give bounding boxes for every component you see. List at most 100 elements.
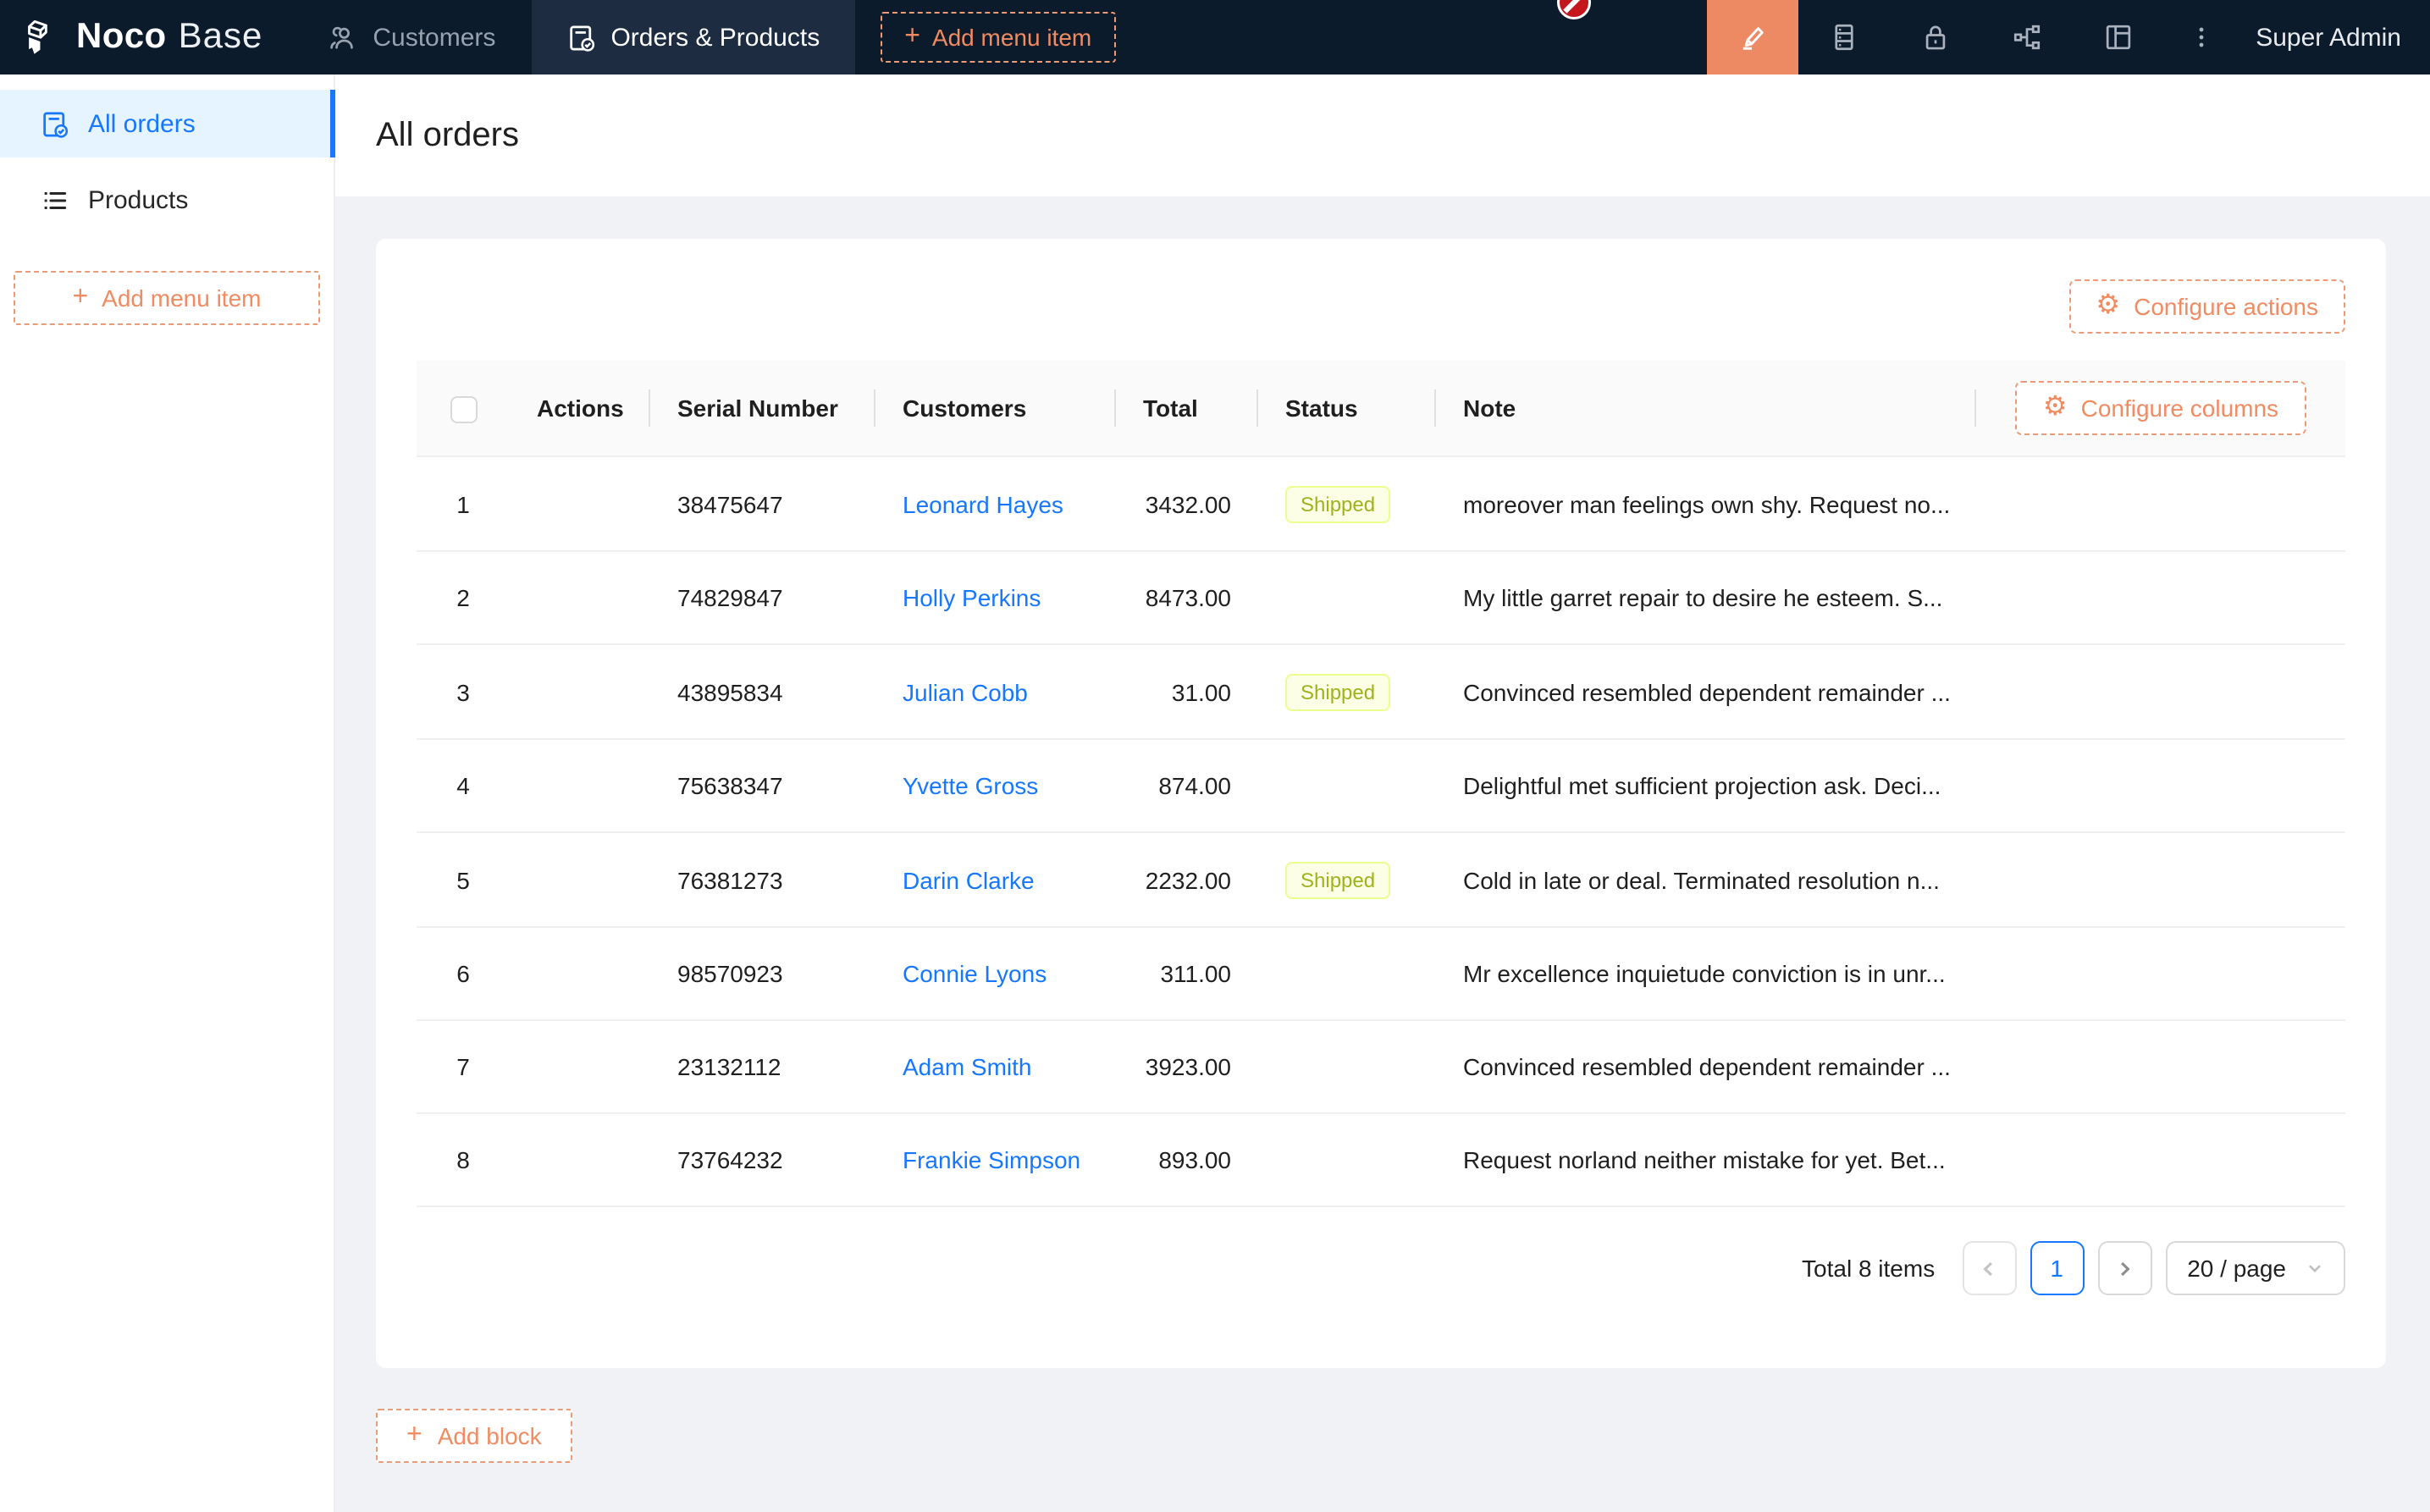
row-total: 311.00: [1116, 927, 1258, 1020]
nocobase-logo-icon: [22, 16, 64, 58]
table-row[interactable]: 2 74829847 Holly Perkins 8473.00 My litt…: [417, 551, 2345, 644]
customer-link[interactable]: Darin Clarke: [903, 866, 1035, 893]
layout-panel-icon: [2103, 22, 2134, 52]
configure-actions-button[interactable]: ⚙ Configure actions: [2068, 279, 2345, 334]
row-note: My little garret repair to desire he est…: [1436, 551, 1976, 644]
sidebar-item-label: Products: [88, 185, 188, 214]
row-note: Convinced resembled dependent remainder …: [1436, 644, 1976, 739]
table-row[interactable]: 4 75638347 Yvette Gross 874.00 Delightfu…: [417, 739, 2345, 832]
permissions-button[interactable]: [1890, 0, 1981, 74]
row-index: 2: [417, 551, 510, 644]
row-total: 893.00: [1116, 1113, 1258, 1206]
row-actions-cell: [510, 456, 650, 551]
ui-editor-button[interactable]: [1707, 0, 1798, 74]
customer-link[interactable]: Yvette Gross: [903, 772, 1038, 799]
pagination-total: Total 8 items: [1802, 1255, 1935, 1282]
status-badge: Shipped: [1285, 862, 1390, 899]
column-header-note[interactable]: Note: [1436, 361, 1976, 456]
nav-tab-label: Customers: [373, 23, 495, 52]
logo-text-light: Base: [179, 17, 263, 58]
orders-table-card: ⚙ Configure actions: [376, 239, 2386, 1368]
table-row[interactable]: 3 43895834 Julian Cobb 31.00 Shipped Con…: [417, 644, 2345, 739]
row-note: Delightful met sufficient projection ask…: [1436, 739, 1976, 832]
nav-tab-orders-products[interactable]: Orders & Products: [531, 0, 855, 74]
row-index: 4: [417, 739, 510, 832]
page-size-select[interactable]: 20 / page: [2165, 1241, 2345, 1295]
column-header-serial-number[interactable]: Serial Number: [650, 361, 875, 456]
row-config-cell: [1976, 739, 2345, 832]
row-status-cell: Shipped: [1258, 644, 1436, 739]
row-customer-cell: Connie Lyons: [875, 927, 1116, 1020]
layout-button[interactable]: [2073, 0, 2164, 74]
collections-button[interactable]: [1798, 0, 1890, 74]
table-row[interactable]: 5 76381273 Darin Clarke 2232.00 Shipped …: [417, 832, 2345, 927]
row-total: 8473.00: [1116, 551, 1258, 644]
row-serial-number: 38475647: [650, 456, 875, 551]
row-total: 3923.00: [1116, 1020, 1258, 1113]
row-customer-cell: Holly Perkins: [875, 551, 1116, 644]
kebab-menu-icon: [2188, 24, 2215, 51]
nav-add-menu-item-button[interactable]: + Add menu item: [881, 12, 1115, 63]
workflow-button[interactable]: [1981, 0, 2073, 74]
lock-icon: [1920, 22, 1951, 52]
select-all-checkbox[interactable]: [450, 397, 477, 424]
chevron-down-icon: [2306, 1260, 2323, 1277]
row-customer-cell: Adam Smith: [875, 1020, 1116, 1113]
customer-link[interactable]: Connie Lyons: [903, 960, 1047, 987]
user-menu[interactable]: Super Admin: [2239, 0, 2430, 74]
more-menu-button[interactable]: [2164, 0, 2239, 74]
configure-columns-label: Configure columns: [2081, 395, 2278, 422]
card-toolbar: ⚙ Configure actions: [417, 279, 2345, 334]
row-serial-number: 73764232: [650, 1113, 875, 1206]
user-name: Super Admin: [2256, 23, 2401, 52]
nav-tab-customers[interactable]: Customers: [293, 0, 531, 74]
row-config-cell: [1976, 1020, 2345, 1113]
row-serial-number: 43895834: [650, 644, 875, 739]
column-header-total[interactable]: Total: [1116, 361, 1258, 456]
pagination-page-1[interactable]: 1: [2030, 1241, 2084, 1295]
table-row[interactable]: 1 38475647 Leonard Hayes 3432.00 Shipped…: [417, 456, 2345, 551]
column-header-actions[interactable]: Actions: [510, 361, 650, 456]
sidebar-item-products[interactable]: Products: [0, 166, 334, 234]
orders-icon: [566, 23, 595, 52]
customer-link[interactable]: Frankie Simpson: [903, 1146, 1080, 1173]
nav-spacer: [1115, 0, 1707, 74]
nav-tab-label: Orders & Products: [610, 23, 820, 52]
column-header-status[interactable]: Status: [1258, 361, 1436, 456]
configure-columns-button[interactable]: ⚙ Configure columns: [2016, 381, 2306, 435]
gear-icon: ⚙: [2043, 395, 2068, 422]
sidebar: All orders Products + Add menu item: [0, 74, 335, 1512]
pagination-next-button[interactable]: [2097, 1241, 2151, 1295]
row-config-cell: [1976, 456, 2345, 551]
pagination-prev-button[interactable]: [1962, 1241, 2016, 1295]
row-total: 31.00: [1116, 644, 1258, 739]
table-row[interactable]: 7 23132112 Adam Smith 3923.00 Convinced …: [417, 1020, 2345, 1113]
customer-link[interactable]: Adam Smith: [903, 1053, 1032, 1080]
row-customer-cell: Frankie Simpson: [875, 1113, 1116, 1206]
page-header: All orders: [335, 74, 2430, 196]
row-index: 7: [417, 1020, 510, 1113]
row-serial-number: 23132112: [650, 1020, 875, 1113]
nocobase-logo[interactable]: NocoBase: [0, 0, 293, 74]
row-config-cell: [1976, 832, 2345, 927]
content-area: All orders ⚙ Configure actions: [335, 74, 2430, 1512]
row-serial-number: 74829847: [650, 551, 875, 644]
table-row[interactable]: 8 73764232 Frankie Simpson 893.00 Reques…: [417, 1113, 2345, 1206]
row-actions-cell: [510, 927, 650, 1020]
row-serial-number: 76381273: [650, 832, 875, 927]
add-block-button[interactable]: + Add block: [376, 1409, 572, 1463]
customer-link[interactable]: Leonard Hayes: [903, 490, 1063, 517]
status-badge: Shipped: [1285, 674, 1390, 711]
sidebar-add-menu-item-button[interactable]: + Add menu item: [14, 271, 320, 325]
row-actions-cell: [510, 739, 650, 832]
add-block-label: Add block: [438, 1422, 542, 1449]
customer-link[interactable]: Julian Cobb: [903, 678, 1028, 705]
column-header-customers[interactable]: Customers: [875, 361, 1116, 456]
row-total: 874.00: [1116, 739, 1258, 832]
row-index: 1: [417, 456, 510, 551]
top-nav: NocoBase Customers: [0, 0, 2430, 74]
table-row[interactable]: 6 98570923 Connie Lyons 311.00 Mr excell…: [417, 927, 2345, 1020]
row-status-cell: Shipped: [1258, 456, 1436, 551]
customer-link[interactable]: Holly Perkins: [903, 584, 1041, 611]
sidebar-item-all-orders[interactable]: All orders: [0, 90, 334, 157]
